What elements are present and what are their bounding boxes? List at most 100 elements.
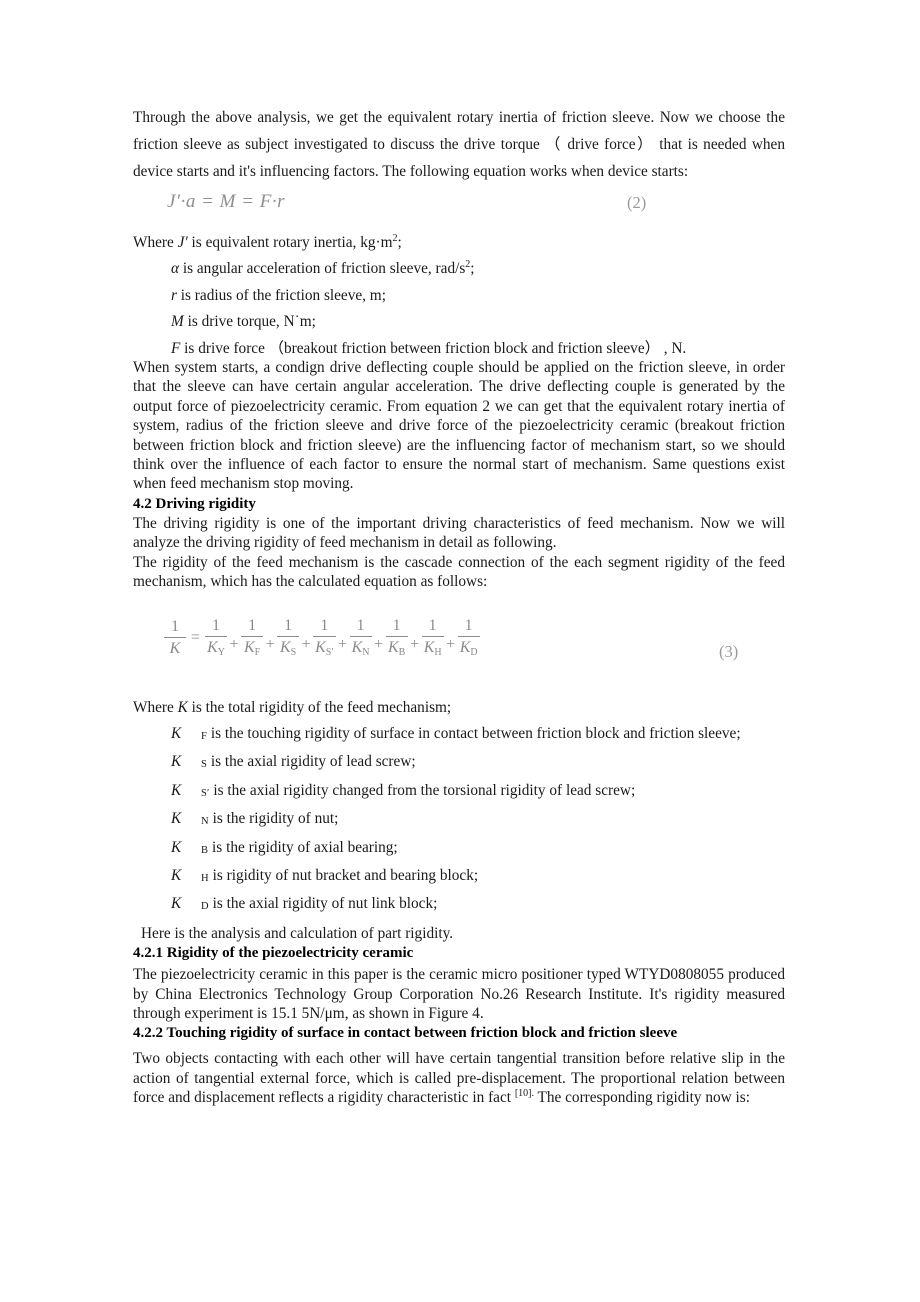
fraction-denominator: KD — [459, 639, 478, 658]
fraction-denominator: KH — [423, 639, 442, 658]
fraction-subscript: B — [398, 647, 406, 658]
page-content: Through the above analysis, we get the e… — [133, 104, 785, 1108]
fraction-bar — [385, 635, 408, 637]
symbol-k-subscript: N — [201, 816, 209, 828]
equation-2-row: J′·a = M = F·r (2) — [133, 191, 785, 233]
k-definition-item: K S′ is the axial rigidity changed from t… — [133, 781, 785, 802]
where-label: Where — [133, 234, 178, 251]
fraction-bar — [313, 635, 336, 637]
where-k-line: Where K is the total rigidity of the fee… — [133, 698, 785, 717]
heading-4-2: 4.2 Driving rigidity — [133, 495, 256, 512]
fraction-denominator: KY — [207, 639, 225, 658]
symbol-k-subscript: B — [201, 844, 209, 856]
fraction-denominator: KS′ — [315, 639, 334, 658]
k-definition-item: K B is the rigidity of axial bearing; — [133, 838, 785, 859]
symbol-j-prime: J′ — [177, 234, 188, 251]
where-j-end: ; — [397, 234, 402, 251]
plus-sign: + — [301, 635, 311, 653]
fraction-denominator: KS — [279, 639, 297, 658]
fraction-bar — [205, 635, 228, 637]
fraction-bar — [164, 636, 186, 638]
symbol-k: K — [171, 753, 182, 771]
k-definition-list: K F is the touching rigidity of surface i… — [133, 724, 785, 916]
heading-4-2-1: 4.2.1 Rigidity of the piezoelectricity c… — [133, 945, 414, 962]
symbol-k: K — [171, 724, 182, 742]
equals-sign: = — [191, 628, 201, 646]
paragraph-system-starts: When system starts, a condign drive defl… — [133, 359, 785, 493]
fraction-subscript: S — [290, 647, 297, 658]
fraction-numerator: 1 — [248, 616, 257, 634]
fraction-subscript: N — [362, 647, 370, 658]
heading-4-2-2: 4.2.2 Touching rigidity of surface in co… — [133, 1025, 678, 1042]
fraction-denominator: K — [169, 640, 181, 657]
plus-sign: + — [410, 635, 420, 653]
paragraph-two-objects: Two objects contacting with each other w… — [133, 1049, 785, 1107]
paragraph-cascade: The rigidity of the feed mechanism is th… — [133, 553, 785, 591]
definition-alpha-end: ; — [470, 260, 475, 278]
fraction-numerator: 1 — [212, 616, 221, 634]
fraction-term: 1 KH — [421, 616, 444, 658]
k-definition-item: K H is rigidity of nut bracket and bearin… — [133, 866, 785, 887]
equation-3-terms: 1 KY +1 KF +1 KS +1 KS′ +1 KN +1 KB +1 KH +1 KD — [204, 616, 481, 658]
fraction-subscript: F — [254, 647, 261, 658]
definition-m: M is drive torque, N˙m; — [133, 312, 785, 331]
fraction-numerator: 1 — [171, 617, 179, 635]
plus-sign: + — [446, 635, 456, 653]
k-definition-text: is the axial rigidity changed from the t… — [209, 781, 636, 799]
plus-sign: + — [374, 635, 384, 653]
paragraph-intro: Through the above analysis, we get the e… — [133, 109, 785, 180]
closing-line: Here is the analysis and calculation of … — [141, 924, 454, 942]
fraction-numerator: 1 — [320, 616, 329, 634]
fraction-numerator: 1 — [356, 616, 365, 634]
fraction-term: 1 KS — [277, 617, 300, 658]
equation-2-number: (2) — [627, 193, 647, 212]
symbol-alpha: α — [171, 260, 180, 278]
fraction-denominator: KF — [243, 639, 261, 658]
fraction-subscript: S′ — [325, 647, 334, 658]
fraction-subscript: D — [470, 647, 478, 658]
equation-3-row: 1 K = 1 KY +1 KF +1 KS +1 KS′ +1 KN +1 KB +1 KH +1 KD (… — [133, 616, 785, 698]
symbol-m: M — [171, 313, 184, 331]
definition-m-text: is drive torque, N˙m; — [183, 313, 316, 331]
symbol-k: K — [171, 781, 182, 799]
symbol-k-subscript: F — [201, 730, 208, 742]
fraction-term: 1 KN — [349, 616, 372, 658]
k-definition-text: is the rigidity of nut; — [208, 810, 339, 828]
fraction-numerator: 1 — [464, 616, 473, 634]
fraction-lhs: 1 K — [164, 617, 186, 657]
fraction-bar — [457, 635, 480, 637]
k-definition-text: is the touching rigidity of surface in c… — [207, 724, 741, 742]
fraction-term: 1 KD — [457, 616, 480, 658]
where-j-line: Where J′ is equivalent rotary inertia, k… — [133, 233, 785, 252]
fraction-term: 1 KS′ — [313, 616, 336, 658]
fraction-bar — [277, 635, 300, 637]
where-label: Where — [133, 698, 178, 716]
paragraph-driving-rigidity: The driving rigidity is one of the impor… — [133, 514, 785, 552]
document-page: Through the above analysis, we get the e… — [0, 0, 920, 1302]
plus-sign: + — [338, 635, 348, 653]
k-definition-item: K F is the touching rigidity of surface i… — [133, 724, 785, 745]
equation-3-number: (3) — [719, 641, 739, 661]
symbol-k: K — [171, 895, 182, 913]
paragraph-ceramic: The piezoelectricity ceramic in this pap… — [133, 966, 785, 1022]
fraction-term: 1 KF — [241, 616, 264, 658]
definition-alpha-text: is angular acceleration of friction slee… — [179, 260, 466, 278]
symbol-k-subscript: S — [201, 759, 208, 771]
equation-3: 1 K = 1 KY +1 KF +1 KS +1 KS′ +1 KN +1 KB +1 KH +1 KD — [163, 616, 481, 658]
fraction-subscript: Y — [217, 647, 225, 658]
definition-f: F is drive force （breakout friction betw… — [133, 339, 785, 358]
plus-sign: + — [265, 635, 275, 653]
symbol-k-subscript: H — [201, 872, 209, 884]
where-j-text: is equivalent rotary inertia, kg·m — [187, 234, 393, 251]
k-definition-item: K N is the rigidity of nut; — [133, 809, 785, 830]
definition-f-text: is drive force （breakout friction betwee… — [180, 339, 687, 357]
k-definition-text: is the axial rigidity of nut link block; — [208, 895, 438, 913]
fraction-denominator: KN — [351, 639, 370, 658]
fraction-term: 1 KB — [385, 617, 408, 658]
fraction-bar — [421, 635, 444, 637]
fraction-numerator: 1 — [428, 616, 437, 634]
definition-r-text: is radius of the friction sleeve, m; — [176, 286, 386, 304]
definition-r: r is radius of the friction sleeve, m; — [133, 286, 785, 305]
where-k-text: is the total rigidity of the feed mechan… — [187, 698, 452, 716]
k-definition-text: is rigidity of nut bracket and bearing b… — [208, 866, 479, 884]
